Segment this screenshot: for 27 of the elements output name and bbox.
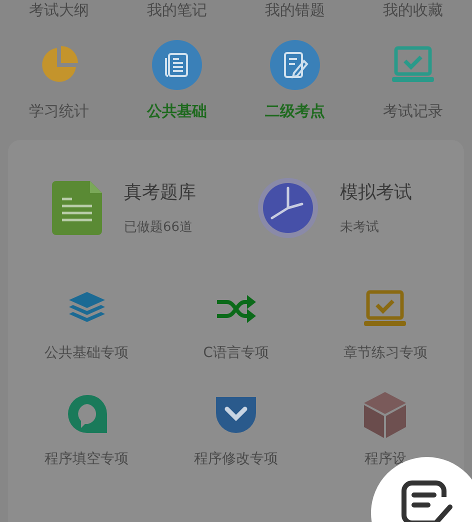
practice-label[interactable]: 章节练习专项 xyxy=(343,344,428,362)
clock-icon xyxy=(258,178,318,238)
menu-link[interactable]: 我的错题 xyxy=(265,0,325,20)
menu-link[interactable]: 我的收藏 xyxy=(383,0,443,20)
laptop-check-icon xyxy=(391,46,435,84)
tool-label[interactable]: 二级考点 xyxy=(265,102,325,121)
tool-label[interactable]: 公共基础 xyxy=(147,102,207,121)
practice-label[interactable]: 程序填空专项 xyxy=(44,450,129,468)
tool-label[interactable]: 考试记录 xyxy=(383,102,443,121)
laptop-check-icon xyxy=(363,290,408,328)
feature-subtitle: 未考试 xyxy=(340,219,380,236)
practice-label[interactable]: 公共基础专项 xyxy=(44,344,129,362)
cube-icon xyxy=(364,392,406,438)
shuffle-icon xyxy=(214,294,257,324)
document-icon xyxy=(52,181,102,235)
practice-label[interactable]: C语言专项 xyxy=(203,344,269,362)
edit-icon xyxy=(270,40,320,90)
practice-label[interactable]: 程序修改专项 xyxy=(194,450,278,468)
menu-link[interactable]: 我的笔记 xyxy=(147,0,207,20)
feature-title[interactable]: 真考题库 xyxy=(124,180,196,204)
note-edit-icon xyxy=(400,479,454,522)
menu-link[interactable]: 考试大纲 xyxy=(29,0,89,20)
tool-label[interactable]: 学习统计 xyxy=(29,102,89,121)
feature-title[interactable]: 模拟考试 xyxy=(340,180,412,204)
pocket-icon xyxy=(216,397,256,433)
newspaper-icon xyxy=(152,40,202,90)
feature-subtitle: 已做题66道 xyxy=(124,219,194,236)
